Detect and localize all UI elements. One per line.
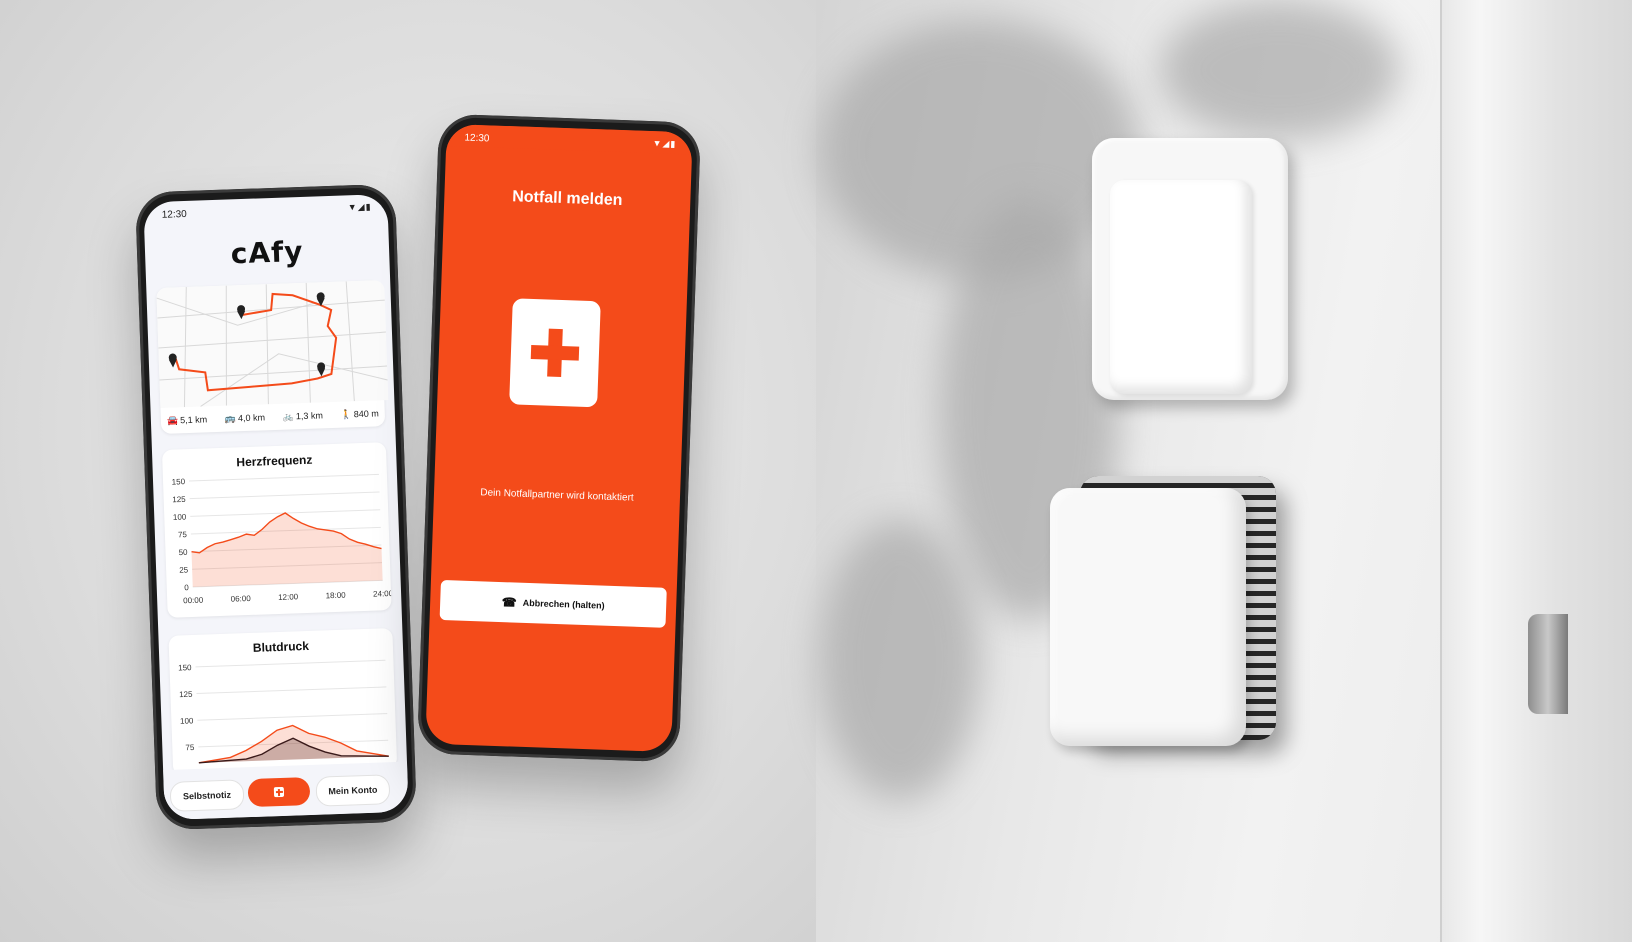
y-tick-label: 0	[184, 583, 189, 592]
y-tick-label: 150	[178, 663, 192, 672]
phone-emergency: 12:30 ▼◢▮ Notfall melden Dein Notfallpar…	[416, 113, 702, 763]
nav-emergency-button[interactable]	[247, 776, 311, 808]
plant-shadow	[1160, 0, 1400, 140]
bike-icon: 🚲	[282, 410, 295, 422]
gridline	[189, 473, 379, 482]
y-tick-label: 150	[172, 477, 186, 486]
route-stat-bus: 🚌 4,0 km	[224, 411, 266, 424]
app-logo: cAfy	[230, 234, 305, 271]
gridline	[197, 713, 388, 721]
x-tick-label: 06:00	[231, 594, 252, 604]
bus-icon: 🚌	[224, 412, 237, 424]
x-tick-label: 18:00	[325, 591, 346, 601]
nav-selbstnotiz-button[interactable]: Selbstnotiz	[169, 779, 245, 812]
route-map[interactable]	[156, 280, 389, 408]
status-time: 12:30	[464, 132, 490, 145]
door-handle	[1528, 614, 1568, 714]
y-tick-label: 25	[179, 565, 189, 574]
plant-shadow	[820, 520, 980, 800]
status-bar: 12:30 ▼◢▮	[446, 123, 693, 155]
map-pin-icon	[317, 362, 326, 377]
car-icon: 🚘	[166, 414, 179, 426]
status-icons: ▼◢▮	[652, 138, 677, 149]
blood-pressure-card[interactable]: Blutdruck 75 100 125 150	[168, 628, 398, 776]
emergency-subtitle: Dein Notfallpartner wird kontaktiert	[480, 487, 634, 504]
status-time: 12:30	[161, 208, 187, 221]
y-tick-label: 125	[172, 495, 186, 504]
emergency-title: Notfall melden	[511, 188, 623, 210]
y-tick-label: 100	[180, 716, 194, 725]
medical-cross-icon	[273, 786, 285, 798]
light-switch-rocker	[1110, 180, 1252, 394]
heart-rate-card[interactable]: Herzfrequenz 0 25 50 75 100 125 150 00:00 06:00 1…	[161, 442, 392, 618]
route-stat-bike: 🚲 1,3 km	[282, 409, 324, 422]
sensor-device-cover	[1050, 488, 1246, 746]
status-icons: ▼◢▮	[347, 201, 372, 213]
y-tick-label: 50	[178, 548, 188, 557]
x-tick-label: 12:00	[278, 592, 299, 602]
route-stat-car: 🚘 5,1 km	[166, 413, 208, 426]
y-tick-label: 125	[179, 690, 193, 699]
emergency-cross-icon[interactable]	[509, 298, 601, 408]
y-tick-label: 75	[185, 743, 195, 752]
route-map-card[interactable]: 🚘 5,1 km 🚌 4,0 km 🚲 1,3 km 🚶 840 m	[156, 280, 389, 434]
blood-pressure-chart: 75 100 125 150	[178, 659, 389, 764]
map-pin-icon	[237, 305, 246, 320]
y-tick-label: 100	[173, 512, 187, 521]
walk-icon: 🚶	[340, 408, 352, 420]
gridline	[189, 491, 380, 500]
bottom-nav: Selbstnotiz Mein Konto	[163, 761, 409, 821]
gridline	[196, 686, 387, 695]
cancel-hold-button[interactable]: ☎ Abbrechen (halten)	[439, 579, 667, 628]
phone-dashboard: 12:30 ▼◢▮ cAfy 🚘 5,1 km 🚌 4,0 km 🚲 1,3 k…	[134, 183, 418, 831]
x-tick-label: 00:00	[183, 596, 204, 606]
heart-rate-chart: 0 25 50 75 100 125 150 00:00 06:00 12:00 18:00 24:0…	[172, 473, 392, 606]
phone-screen-emergency: 12:30 ▼◢▮ Notfall melden Dein Notfallpar…	[425, 123, 693, 753]
x-tick-label: 24:00	[373, 589, 392, 599]
mockup-panel: 12:30 ▼◢▮ cAfy 🚘 5,1 km 🚌 4,0 km 🚲 1,3 k…	[0, 0, 816, 942]
map-pin-icon	[168, 353, 177, 368]
route-stat-walk: 🚶 840 m	[340, 407, 379, 420]
cancel-label: Abbrechen (halten)	[522, 597, 605, 611]
series-area	[191, 512, 383, 587]
y-tick-label: 75	[178, 530, 188, 539]
phone-screen-dashboard: 12:30 ▼◢▮ cAfy 🚘 5,1 km 🚌 4,0 km 🚲 1,3 k…	[143, 193, 409, 821]
nav-account-button[interactable]: Mein Konto	[315, 774, 391, 807]
gridline	[195, 659, 386, 668]
phone-hangup-icon: ☎	[501, 595, 517, 610]
status-bar: 12:30 ▼◢▮	[143, 194, 388, 225]
door-frame	[1440, 0, 1632, 942]
route-stats: 🚘 5,1 km 🚌 4,0 km 🚲 1,3 km 🚶 840 m	[167, 404, 379, 429]
